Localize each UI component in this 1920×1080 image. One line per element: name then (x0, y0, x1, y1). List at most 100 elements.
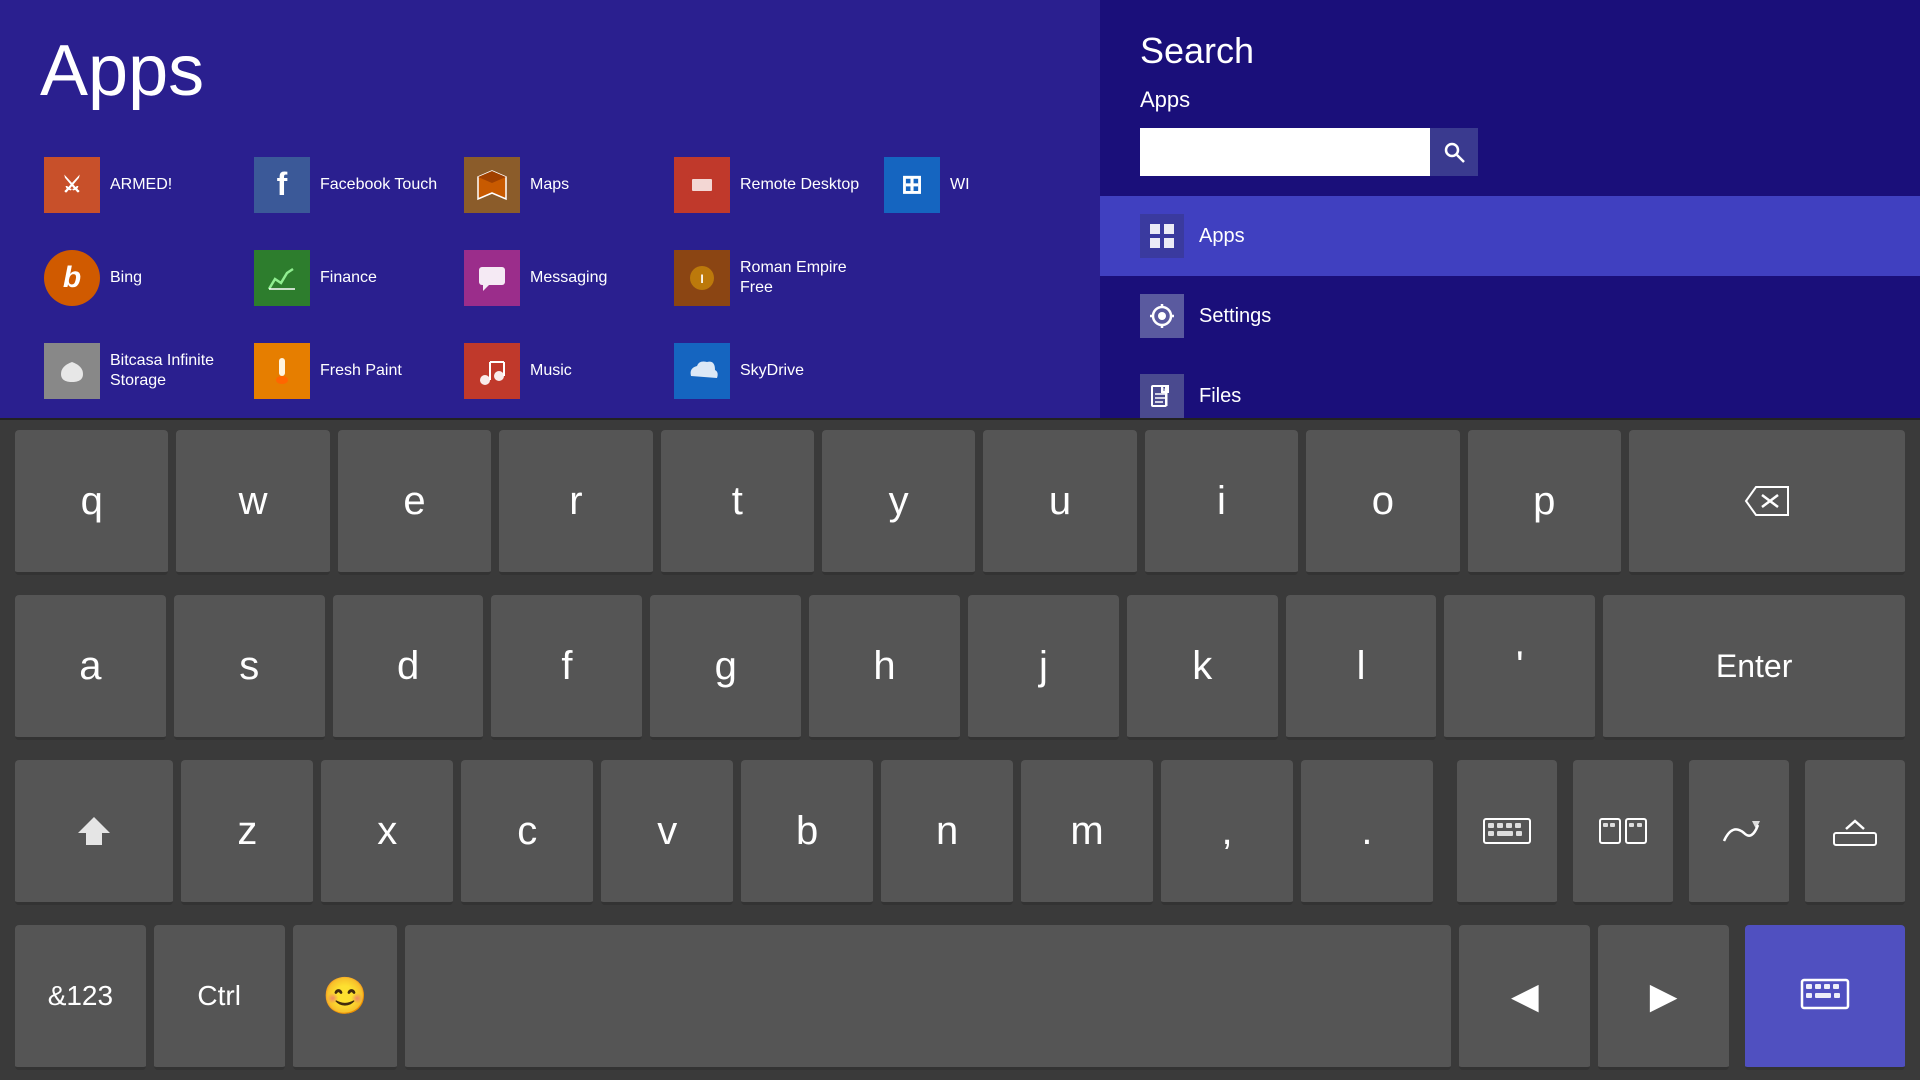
search-category: Apps (1100, 82, 1920, 128)
key-comma[interactable]: , (1161, 760, 1293, 905)
bing-label: Bing (110, 268, 142, 287)
key-ampersand123[interactable]: &123 (15, 925, 146, 1070)
key-l[interactable]: l (1286, 595, 1437, 740)
key-g[interactable]: g (650, 595, 801, 740)
key-k[interactable]: k (1127, 595, 1278, 740)
key-ctrl[interactable]: Ctrl (154, 925, 285, 1070)
remote-label: Remote Desktop (740, 175, 859, 194)
keyboard-row-2: a s d f g h j k l ' Enter (0, 585, 1920, 750)
app-bing[interactable]: b Bing (40, 235, 250, 320)
key-emoji[interactable]: 😊 (293, 925, 398, 1070)
remote-icon (674, 157, 730, 213)
keyboard-row-3: z x c v b n m , . (0, 750, 1920, 915)
freshpaint-label: Fresh Paint (320, 361, 402, 380)
key-enter[interactable]: Enter (1603, 595, 1905, 740)
search-option-apps[interactable]: Apps (1100, 196, 1920, 276)
apps-title: Apps (40, 30, 1060, 112)
key-left-arrow[interactable]: ◀ (1459, 925, 1590, 1070)
music-icon (464, 343, 520, 399)
key-full-keyboard[interactable] (1457, 760, 1557, 905)
key-j[interactable]: j (968, 595, 1119, 740)
app-skydrive[interactable]: SkyDrive (670, 328, 880, 413)
key-b[interactable]: b (741, 760, 873, 905)
search-input[interactable] (1140, 128, 1430, 176)
key-e[interactable]: e (338, 430, 491, 575)
key-c[interactable]: c (461, 760, 593, 905)
key-backspace[interactable] (1629, 430, 1905, 575)
freshpaint-icon (254, 343, 310, 399)
app-roman[interactable]: I Roman Empire Free (670, 235, 880, 320)
key-a[interactable]: a (15, 595, 166, 740)
apps-option-icon (1140, 214, 1184, 258)
key-space[interactable] (405, 925, 1451, 1070)
key-minimize-keyboard[interactable] (1805, 760, 1905, 905)
key-u[interactable]: u (983, 430, 1136, 575)
skydrive-icon (674, 343, 730, 399)
key-y[interactable]: y (822, 430, 975, 575)
search-icon (1442, 140, 1466, 164)
keyboard-area: q w e r t y u i o p a s d f g h j k l ' … (0, 420, 1920, 1080)
app-bitcasa[interactable]: Bitcasa Infinite Storage (40, 328, 250, 413)
minimize-keyboard-icon (1830, 813, 1880, 849)
key-shift[interactable] (15, 760, 173, 905)
key-h[interactable]: h (809, 595, 960, 740)
key-r[interactable]: r (499, 430, 652, 575)
search-header: Search (1100, 0, 1920, 82)
app-freshpaint[interactable]: Fresh Paint (250, 328, 460, 413)
app-wi[interactable]: ⊞ WI (880, 142, 1090, 227)
key-d[interactable]: d (333, 595, 484, 740)
keyboard-row-1: q w e r t y u i o p (0, 420, 1920, 585)
app-maps[interactable]: Maps (460, 142, 670, 227)
bitcasa-label: Bitcasa Infinite Storage (110, 351, 246, 389)
backspace-icon (1742, 483, 1792, 519)
key-z[interactable]: z (181, 760, 313, 905)
maps-label: Maps (530, 175, 569, 194)
shift-icon (74, 813, 114, 849)
armed-label: ARMED! (110, 175, 172, 194)
maps-icon (464, 157, 520, 213)
key-x[interactable]: x (321, 760, 453, 905)
key-split-keyboard[interactable] (1573, 760, 1673, 905)
key-n[interactable]: n (881, 760, 1013, 905)
app-finance[interactable]: Finance (250, 235, 460, 320)
search-option-settings[interactable]: Settings (1100, 276, 1920, 356)
skydrive-label: SkyDrive (740, 361, 804, 380)
key-dot[interactable]: . (1301, 760, 1433, 905)
key-v[interactable]: v (601, 760, 733, 905)
app-messaging[interactable]: Messaging (460, 235, 670, 320)
key-t[interactable]: t (661, 430, 814, 575)
app-music[interactable]: Music (460, 328, 670, 413)
app-armed[interactable]: ⚔ ARMED! (40, 142, 250, 227)
app-empty2 (880, 328, 1090, 413)
finance-icon (254, 250, 310, 306)
key-w[interactable]: w (176, 430, 329, 575)
key-right-arrow[interactable]: ▶ (1598, 925, 1729, 1070)
keyboard-full-icon (1482, 813, 1532, 849)
bitcasa-icon (44, 343, 100, 399)
files-option-label: Files (1199, 385, 1241, 408)
armed-icon: ⚔ (44, 157, 100, 213)
app-remote[interactable]: Remote Desktop (670, 142, 880, 227)
files-option-icon (1140, 374, 1184, 418)
key-apostrophe[interactable]: ' (1444, 595, 1595, 740)
handwrite-icon (1714, 813, 1764, 849)
keyboard-split-icon (1598, 813, 1648, 849)
app-empty1 (880, 235, 1090, 320)
roman-label: Roman Empire Free (740, 258, 876, 296)
key-p[interactable]: p (1468, 430, 1621, 575)
music-label: Music (530, 361, 572, 380)
apps-area: Apps ⚔ ARMED! f Facebook Touch Maps Remo… (0, 0, 1100, 420)
app-facebook[interactable]: f Facebook Touch (250, 142, 460, 227)
search-button[interactable] (1430, 128, 1478, 176)
key-f[interactable]: f (491, 595, 642, 740)
key-s[interactable]: s (174, 595, 325, 740)
key-o[interactable]: o (1306, 430, 1459, 575)
key-m[interactable]: m (1021, 760, 1153, 905)
svg-text:I: I (700, 272, 703, 286)
key-keyboard-toggle[interactable] (1745, 925, 1905, 1070)
keyboard-row-4: &123 Ctrl 😊 ◀ ▶ (0, 915, 1920, 1080)
key-q[interactable]: q (15, 430, 168, 575)
key-handwrite[interactable] (1689, 760, 1789, 905)
key-i[interactable]: i (1145, 430, 1298, 575)
settings-option-label: Settings (1199, 305, 1271, 328)
